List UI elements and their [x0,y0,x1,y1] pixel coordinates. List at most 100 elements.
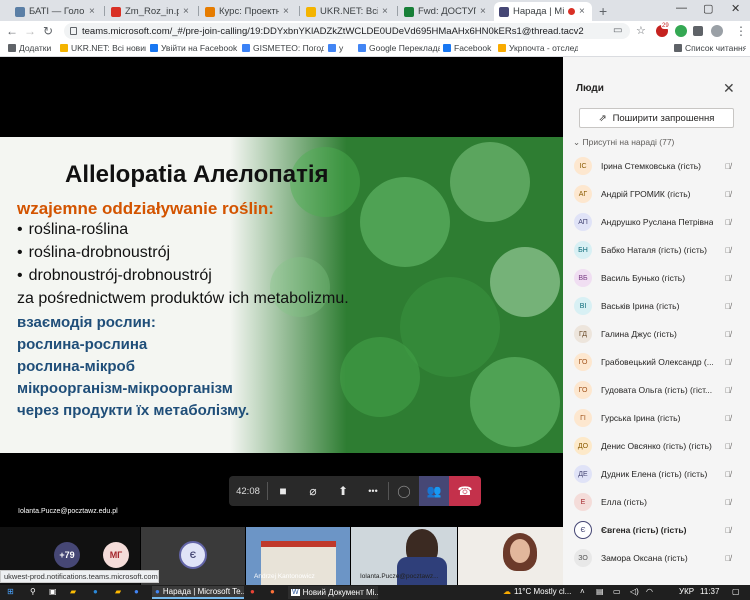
bookmark-label: Google Перекладач [369,43,440,53]
camera-button[interactable]: ■ [268,476,298,506]
close-panel-icon[interactable]: ✕ [723,80,735,97]
bookmark-translate[interactable]: Google Перекладач [358,43,440,53]
close-tab-icon[interactable]: × [183,6,191,17]
minimize-button[interactable]: — [676,2,687,14]
windows-start-icon[interactable]: ⊞ [7,587,14,596]
network-icon[interactable]: ▤ [596,587,604,596]
reload-icon[interactable]: ↻ [43,24,53,38]
close-tab-icon[interactable]: × [382,6,390,17]
edge-icon[interactable]: ● [93,587,98,596]
language-indicator[interactable]: УКР [679,587,694,596]
opera-icon[interactable]: ● [250,587,255,596]
bookmark-star-icon[interactable]: ☆ [636,24,646,37]
participant-avatar[interactable]: МГ [103,542,129,568]
puzzle-icon[interactable] [693,26,703,36]
participant-row[interactable]: АГ Андрій ГРОМИК (гість) 🎙̸ [563,181,750,207]
tab-ukrnet[interactable]: UKR.NET: Всі нови × [301,2,395,21]
participant-row[interactable]: ГІ Гурська Ірина (гість) 🎙̸ [563,405,750,431]
folder-icon[interactable]: ▰ [115,587,121,596]
more-actions-button[interactable]: ••• [358,476,388,506]
file-explorer-icon[interactable]: ▰ [70,587,76,596]
weather-text[interactable]: 11°C Mostly cl... [514,587,571,596]
participant-row[interactable]: БН Бабко Наталя (гість) (гість) 🎙̸ [563,237,750,263]
hang-up-button[interactable]: ☎ [449,476,481,506]
more-participants-badge[interactable]: +79 [54,542,80,568]
tab-course[interactable]: Курс: Проектний п × [200,2,296,21]
participant-row[interactable]: ЗО Замора Оксана (гість) 🎙̸ [563,545,750,571]
notification-icon[interactable]: ▢ [732,587,740,596]
search-icon[interactable]: ⚲ [30,587,36,596]
close-tab-icon[interactable]: × [89,6,97,17]
tray-chevron-icon[interactable]: ˄ [580,587,585,596]
back-icon[interactable]: ← [6,24,18,38]
participant-row[interactable]: Е Елла (гість) 🎙̸ [563,489,750,515]
taskbar-app-teams[interactable]: ● Нарада | Microsoft Te... [152,586,244,599]
mic-off-icon: ⌀ [309,484,317,498]
battery-icon[interactable]: ▭ [613,587,621,596]
participant-row[interactable]: ДО Денис Овсянко (гість) (гість) 🎙̸ [563,433,750,459]
url-field[interactable]: teams.microsoft.com/_#/pre-join-calling/… [64,23,630,39]
browser-icon[interactable]: ● [270,587,275,596]
volume-icon[interactable]: ◁) [630,587,639,596]
new-tab-button[interactable]: + [599,3,607,19]
bookmark-y[interactable]: y [328,43,354,53]
participant-row[interactable]: ГО Гудовата Ольга (гість) (гіст... 🎙̸ [563,377,750,403]
slide-text-ua: рослина-рослина [17,336,148,353]
mic-muted-icon: 🎙̸ [725,469,731,479]
participant-video-tile[interactable]: Andrzej Kantonowicz [246,527,350,585]
wifi-icon[interactable]: ◠ [646,587,653,596]
tab-teams-active[interactable]: Нарада | Micro × [494,2,592,21]
tab-bati[interactable]: БАТІ — Головні пр × [10,2,102,21]
bookmark-ukrnet[interactable]: UKR.NET: Всі новин... [60,43,146,53]
maximize-button[interactable]: ▢ [703,2,713,15]
menu-dots-icon[interactable]: ⋮ [735,24,747,38]
slide-text-ua: взаємодія рослин: [17,314,156,331]
participant-row[interactable]: Є Євгена (гість) (гість) 🎙̸ [563,517,750,543]
attendees-section-header[interactable]: ⌄ Присутні на нараді (77) [573,137,674,148]
chrome-icon[interactable]: ● [134,587,139,596]
address-bar-row: ← → ↻ teams.microsoft.com/_#/pre-join-ca… [0,21,750,41]
participant-avatar: Є [574,521,592,539]
avatar-icon[interactable] [711,25,723,37]
close-tab-icon[interactable]: × [480,6,488,17]
bookmark-gismeteo[interactable]: GISMETEO: Погода... [242,43,324,53]
share-label: Поширити запрошення [612,112,715,124]
forward-icon[interactable]: → [24,24,36,38]
participant-row[interactable]: АП Андрушко Руслана Петрівна 🎙̸ [563,209,750,235]
chat-button[interactable]: ◯ [389,476,419,506]
participants-button[interactable]: 👥 [419,476,449,506]
bookmark-facebook-login[interactable]: Увійти на Facebook... [150,43,238,53]
participant-row[interactable]: ВІ Васьків Ірина (гість) 🎙̸ [563,293,750,319]
reading-list[interactable]: Список читання [674,43,746,53]
tab-pdf[interactable]: Zm_Roz_in.pdf × [106,2,196,21]
camera-permission-icon[interactable]: ▭ [613,25,622,36]
tab-mail[interactable]: Fwd: ДОСТУП ДО × [399,2,493,21]
mic-button[interactable]: ⌀ [298,476,328,506]
close-tab-icon[interactable]: × [579,6,587,17]
participant-row[interactable]: ІС Ірина Стемковська (гість) 🎙̸ [563,153,750,179]
taskbar-app-label: Новий Документ Mi... [302,588,378,597]
participant-video-tile[interactable] [458,527,563,585]
taskbar-app-word[interactable]: W Новий Документ Mi... [288,586,378,599]
tab-title: БАТІ — Головні пр [29,6,85,17]
participant-video-tile[interactable]: Iolanta.Pucze@pocztawz... [351,527,457,585]
participant-name: Бабко Наталя (гість) (гість) [601,245,708,255]
share-invite-button[interactable]: ⇗ Поширити запрошення [579,108,734,128]
bookmark-facebook[interactable]: Facebook [443,43,495,53]
share-screen-button[interactable]: ⬆ [328,476,358,506]
participant-row[interactable]: ДЕ Дудник Елена (гість) (гість) 🎙̸ [563,461,750,487]
bookmark-ukrposhta[interactable]: Укрпочта - отслед... [498,43,578,53]
close-tab-icon[interactable]: × [283,6,291,17]
participant-avatar: ДЕ [574,465,592,483]
participant-row[interactable]: ВБ Василь Бунько (гість) 🎙̸ [563,265,750,291]
close-window-button[interactable]: ✕ [731,2,740,15]
meeting-stage: Allelopatia Алелопатія wzajemne oddziały… [0,57,563,585]
extension-check-icon[interactable] [675,25,687,37]
task-view-icon[interactable]: ▣ [49,587,57,596]
participant-row[interactable]: ГО Грабовецький Олександр (... 🎙̸ [563,349,750,375]
mic-muted-icon: 🎙̸ [725,441,731,451]
clock[interactable]: 11:37 [700,587,719,596]
weather-icon [242,44,250,52]
participant-row[interactable]: ГД Галина Джус (гість) 🎙̸ [563,321,750,347]
bookmark-apps[interactable]: Додатки [8,43,53,53]
